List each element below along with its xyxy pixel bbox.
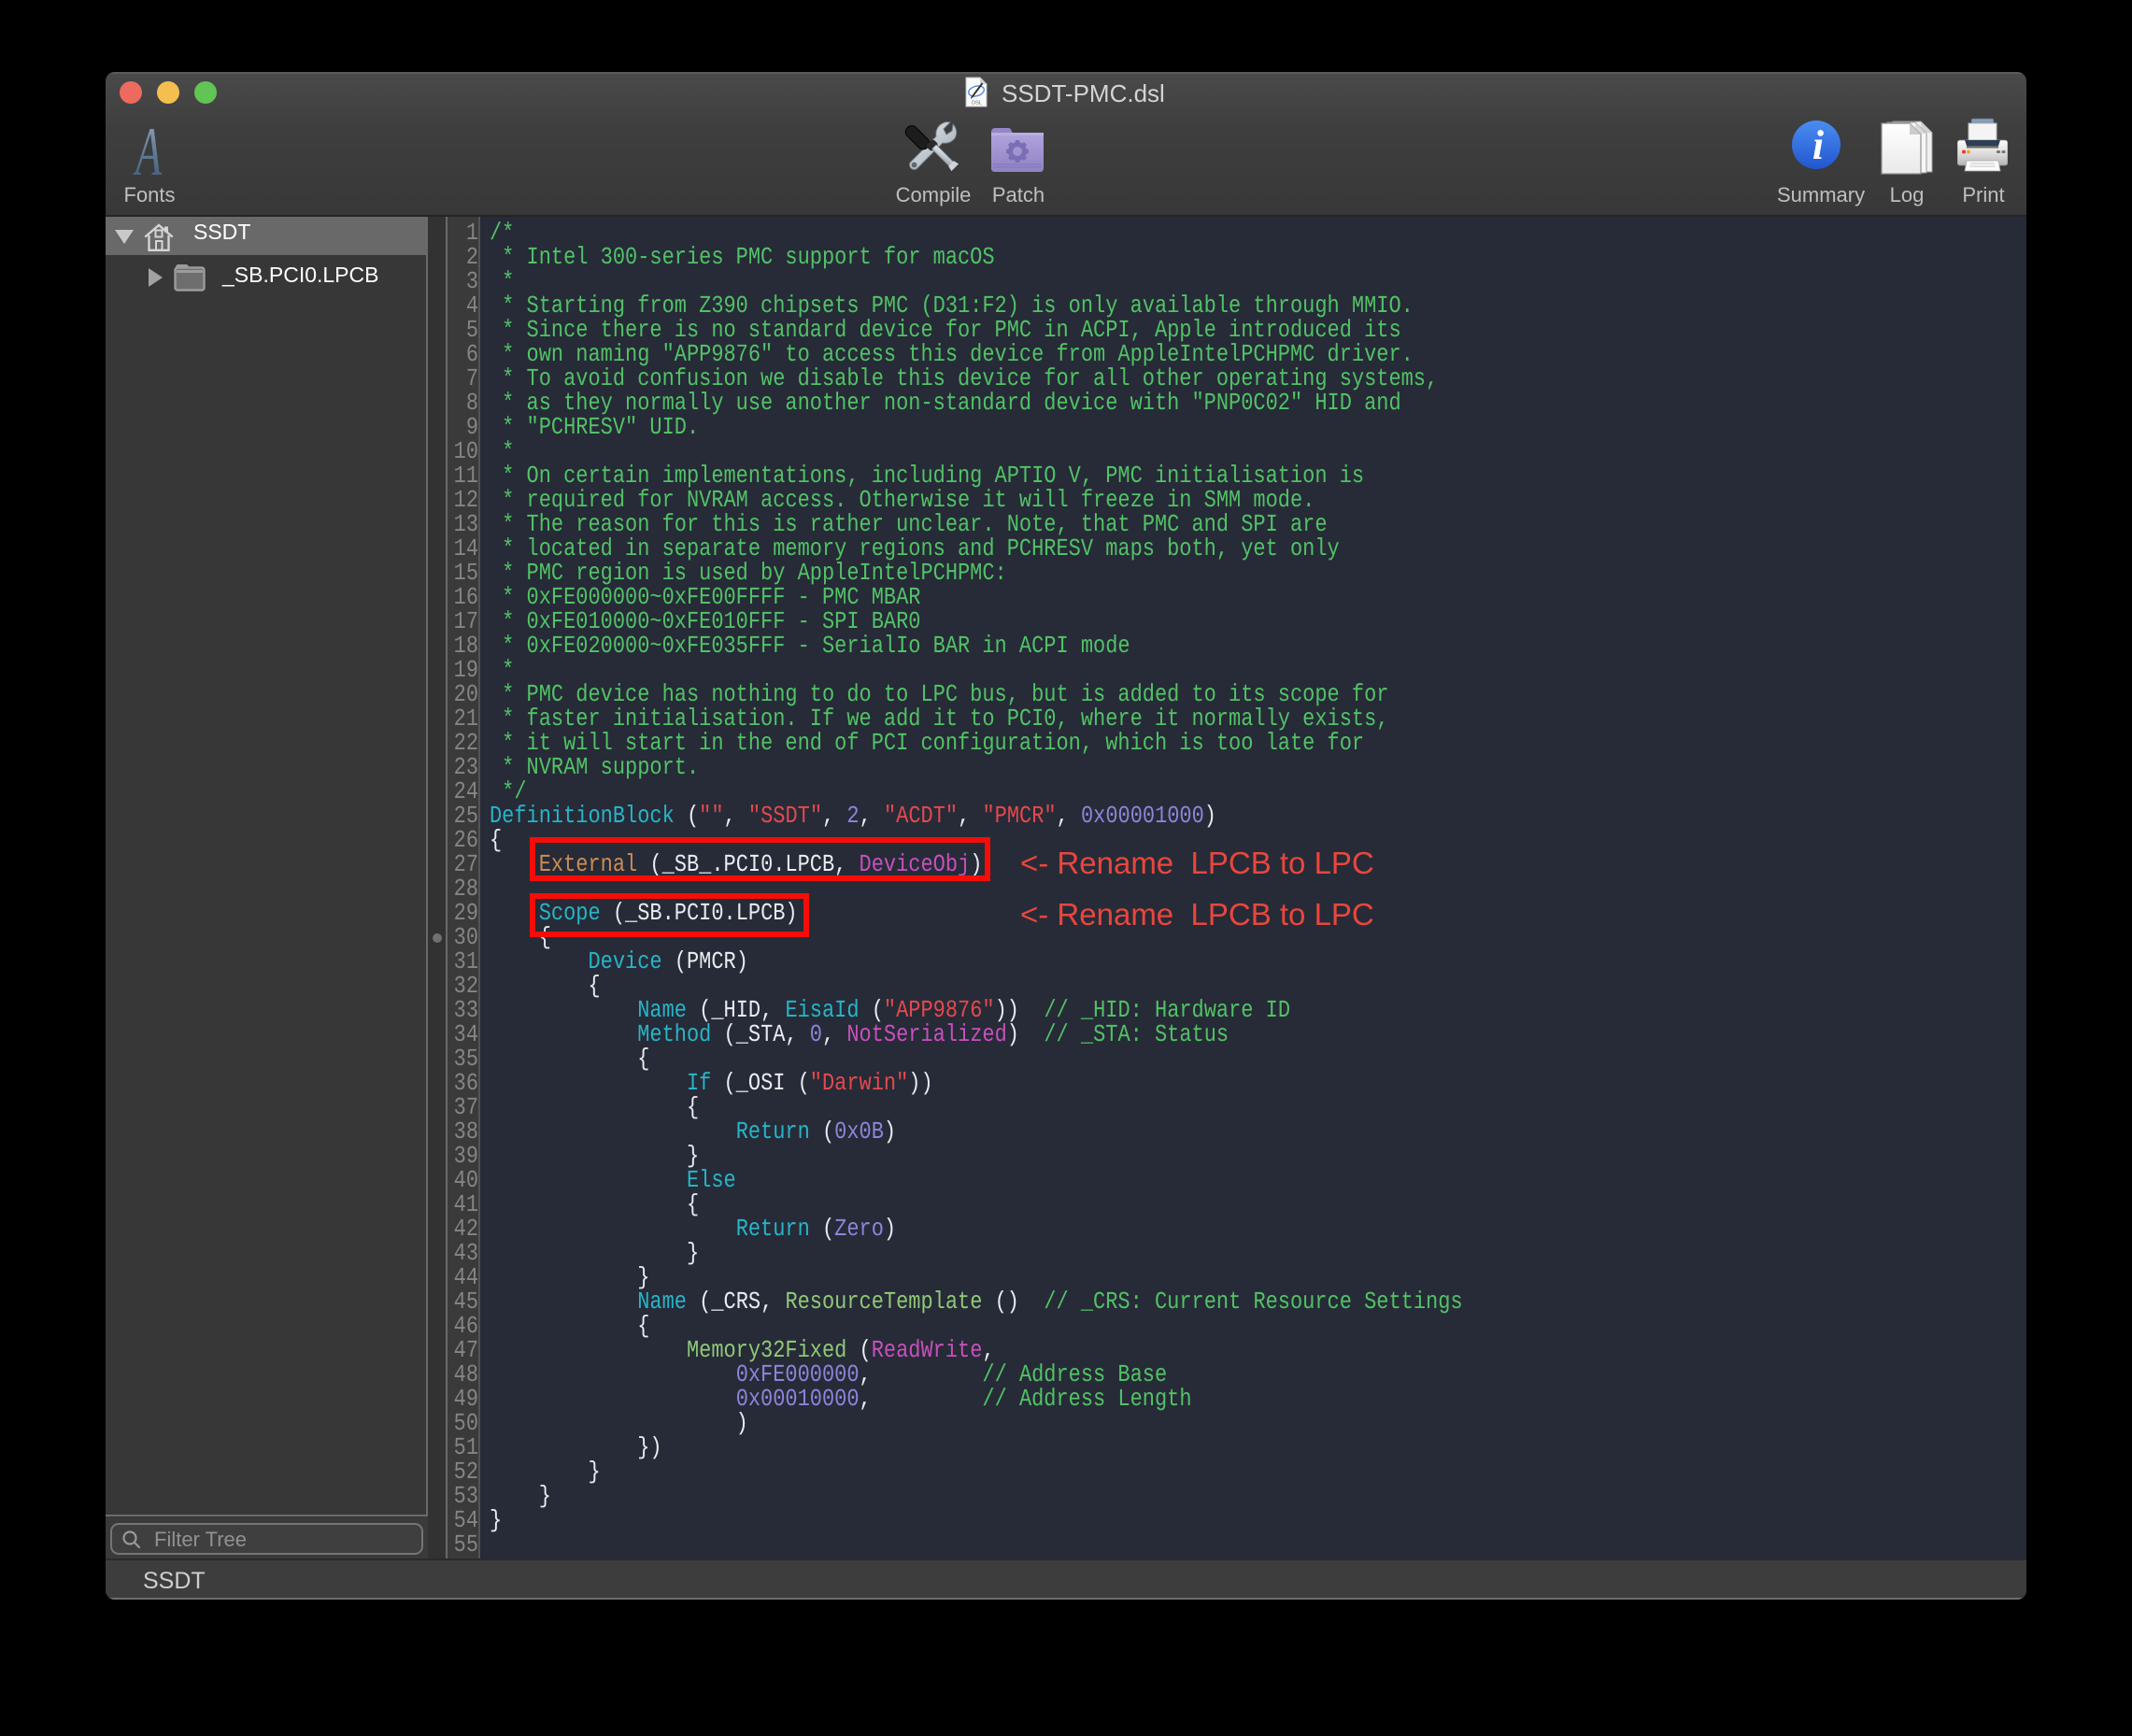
svg-text:i: i bbox=[1812, 122, 1825, 168]
svg-text:A: A bbox=[133, 125, 162, 178]
svg-text:DSL: DSL bbox=[972, 101, 982, 107]
